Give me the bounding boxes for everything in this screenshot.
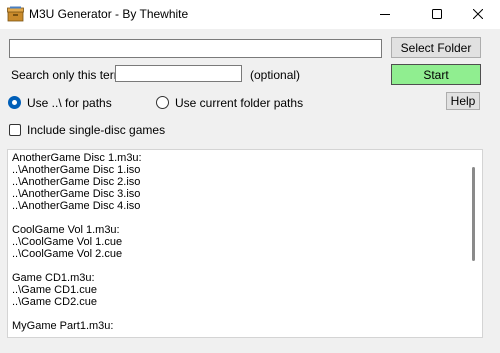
close-button[interactable]: [455, 0, 500, 29]
output-line: AnotherGame Disc 1.m3u:: [12, 152, 142, 164]
start-button[interactable]: Start: [391, 64, 481, 85]
output-line: ..\Game CD1.cue: [12, 284, 97, 296]
output-line: Game CD1.m3u:: [12, 272, 95, 284]
output-line: ..\AnotherGame Disc 1.iso: [12, 164, 141, 176]
search-term-input[interactable]: [115, 65, 242, 82]
include-single-disc-label[interactable]: Include single-disc games: [27, 123, 165, 137]
title-bar: M3U Generator - By Thewhite: [0, 0, 500, 29]
minimize-icon: [380, 8, 390, 22]
output-lines: AnotherGame Disc 1.m3u: ..\AnotherGame Di…: [12, 152, 462, 332]
folder-path-input[interactable]: [9, 39, 382, 58]
search-term-label: Search only this term:: [11, 68, 128, 82]
select-folder-button[interactable]: Select Folder: [391, 37, 481, 58]
output-line: CoolGame Vol 1.m3u:: [12, 224, 120, 236]
output-line: MyGame Part1.m3u:: [12, 320, 114, 332]
output-line: ..\Game CD2.cue: [12, 296, 97, 308]
optional-hint: (optional): [250, 68, 301, 82]
maximize-icon: [432, 8, 442, 22]
window-title: M3U Generator - By Thewhite: [29, 7, 189, 21]
output-line: ..\AnotherGame Disc 3.iso: [12, 188, 141, 200]
output-line: ..\AnotherGame Disc 2.iso: [12, 176, 141, 188]
relative-paths-radio[interactable]: [8, 96, 21, 109]
relative-paths-label[interactable]: Use ..\ for paths: [27, 96, 112, 110]
current-folder-paths-radio[interactable]: [156, 96, 169, 109]
output-textarea[interactable]: AnotherGame Disc 1.m3u: ..\AnotherGame Di…: [7, 149, 483, 338]
archive-box-icon: [7, 6, 24, 22]
output-line: ..\CoolGame Vol 2.cue: [12, 248, 123, 260]
output-line: ..\CoolGame Vol 1.cue: [12, 236, 123, 248]
minimize-button[interactable]: [362, 0, 408, 29]
include-single-disc-checkbox[interactable]: [9, 124, 21, 136]
close-icon: [472, 8, 484, 22]
output-line: ..\AnotherGame Disc 4.iso: [12, 200, 141, 212]
help-button[interactable]: Help: [446, 92, 480, 110]
maximize-button[interactable]: [414, 0, 460, 29]
output-scrollbar-thumb[interactable]: [472, 167, 475, 261]
current-folder-paths-label[interactable]: Use current folder paths: [175, 96, 303, 110]
